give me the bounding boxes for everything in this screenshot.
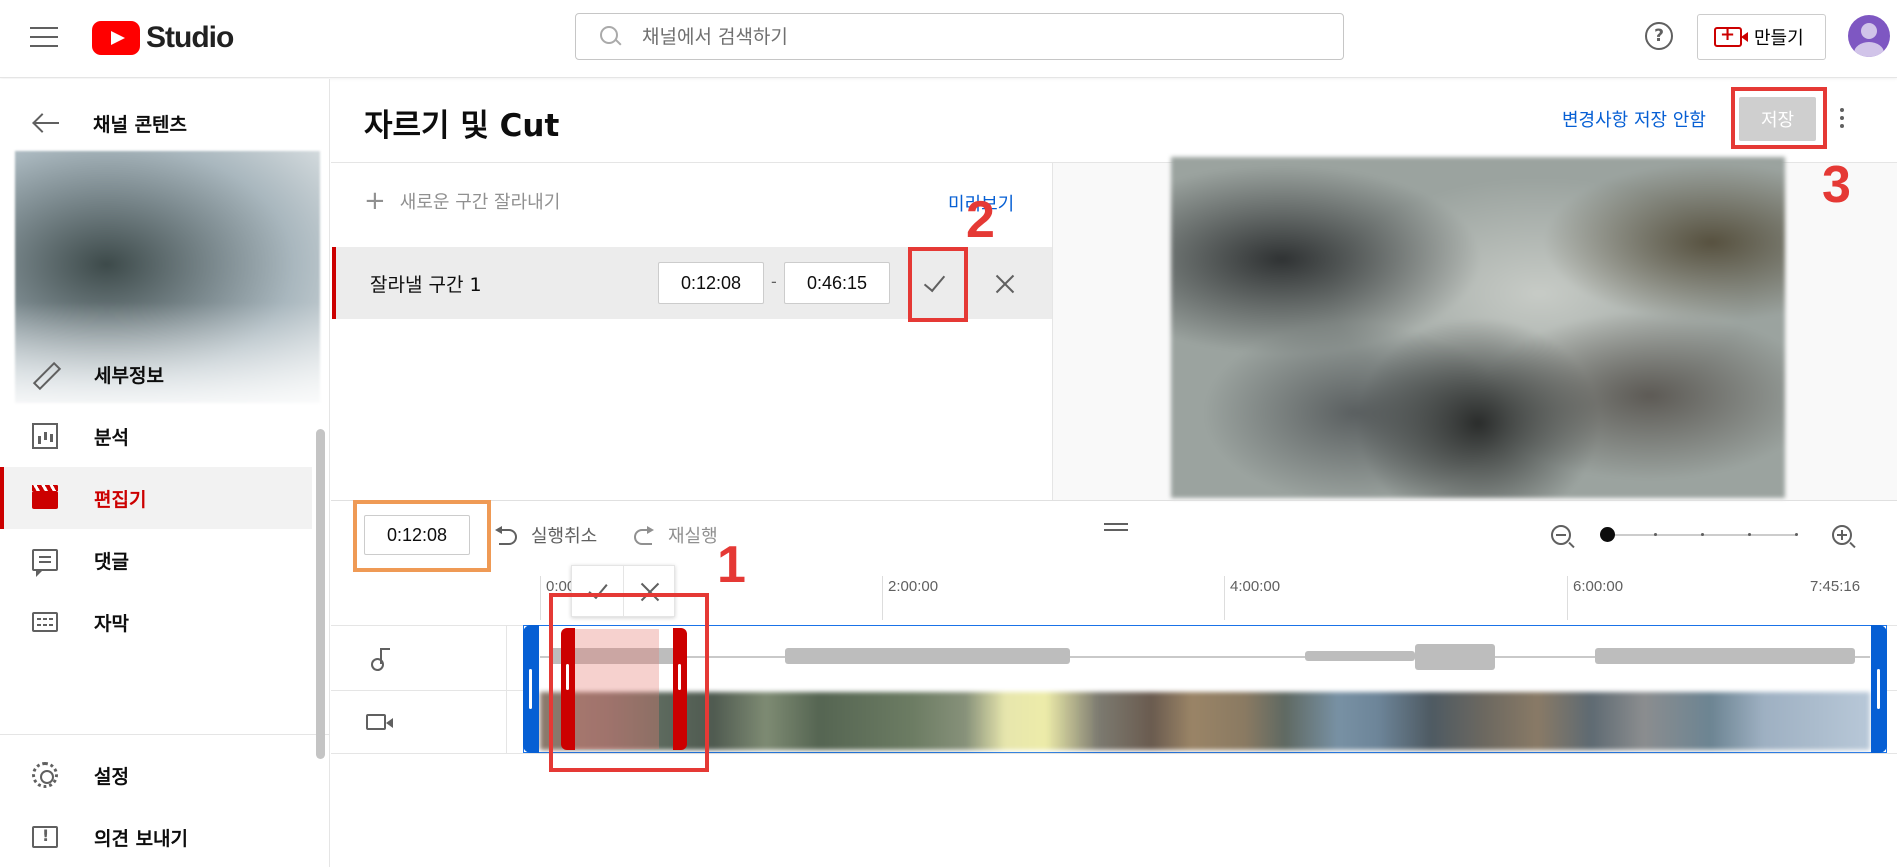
video-preview[interactable]	[1171, 157, 1785, 498]
timeline-divider	[331, 500, 1897, 501]
cut-end-time-input[interactable]: 0:46:15	[784, 262, 890, 304]
zoom-tick	[1654, 533, 1657, 536]
analytics-icon	[32, 423, 58, 449]
comments-icon	[32, 549, 58, 577]
audio-waveform	[540, 630, 1870, 684]
sidebar-item-subtitles[interactable]: 자막	[0, 591, 312, 653]
zoom-slider[interactable]	[1607, 533, 1798, 536]
ruler-label: 2:00:00	[888, 578, 939, 595]
subtitles-icon	[32, 612, 58, 632]
sidebar-item-settings[interactable]: 설정	[0, 744, 312, 806]
ruler-label: 4:00:00	[1230, 578, 1281, 595]
sidebar-item-label: 의견 보내기	[94, 827, 189, 850]
sidebar-item-label: 댓글	[94, 550, 129, 573]
sidebar-item-comments[interactable]: 댓글	[0, 529, 312, 591]
timeline-start-handle[interactable]	[523, 625, 539, 753]
ruler-tick	[882, 576, 883, 620]
search-bar[interactable]	[575, 13, 1344, 60]
waveform-segment	[1305, 651, 1415, 661]
new-cut-label: 새로운 구간 잘라내기	[399, 192, 561, 213]
annotation-box-2	[908, 247, 968, 322]
back-label: 채널 콘텐츠	[93, 113, 188, 136]
cut-segment-label: 잘라낼 구간 1	[370, 274, 482, 296]
editor-icon	[32, 485, 58, 509]
ruler-tick	[1224, 576, 1225, 620]
annotation-box-3	[1731, 87, 1827, 149]
annotation-box-1	[549, 593, 709, 772]
undo-button[interactable]: 실행취소	[495, 522, 597, 548]
sidebar-item-label: 설정	[94, 765, 129, 788]
youtube-play-icon	[92, 21, 140, 55]
zoom-tick	[1795, 533, 1798, 536]
search-icon	[600, 25, 622, 48]
zoom-in-icon[interactable]	[1832, 525, 1856, 549]
sidebar-divider	[0, 734, 330, 735]
create-label: 만들기	[1754, 28, 1804, 49]
settings-icon	[32, 762, 58, 788]
plus-icon: +	[364, 186, 386, 216]
waveform-segment	[880, 648, 1070, 664]
ruler-label: 6:00:00	[1573, 578, 1624, 595]
ruler-tick	[1567, 576, 1568, 620]
pencil-icon	[32, 361, 58, 387]
logo-text: Studio	[146, 21, 234, 54]
video-filmstrip	[540, 692, 1870, 750]
sidebar-item-label: 자막	[94, 612, 129, 635]
back-arrow-icon	[33, 113, 59, 133]
discard-changes-link[interactable]: 변경사항 저장 안함	[1562, 106, 1706, 132]
drag-handle-icon[interactable]	[1104, 523, 1128, 531]
waveform-segment	[1595, 648, 1855, 664]
redo-button[interactable]: 재실행	[632, 522, 718, 548]
zoom-tick	[1748, 533, 1751, 536]
redo-label: 재실행	[668, 526, 718, 547]
sidebar-item-feedback[interactable]: 의견 보내기	[0, 806, 312, 867]
page-title: 자르기 및 Cut	[364, 108, 560, 144]
timeline-end-handle[interactable]	[1871, 625, 1887, 753]
time-separator: -	[771, 272, 777, 291]
sidebar-item-label: 분석	[94, 426, 129, 449]
video-camera-icon	[366, 714, 393, 730]
zoom-out-icon[interactable]	[1551, 525, 1571, 545]
redo-icon	[632, 526, 654, 545]
annotation-number-3: 3	[1822, 156, 1851, 214]
sidebar-item-label: 편집기	[94, 488, 147, 511]
annotation-box-current-time	[353, 500, 491, 572]
ruler-tick	[540, 576, 541, 620]
feedback-icon	[32, 826, 58, 848]
more-options-icon[interactable]	[1840, 108, 1844, 130]
zoom-tick	[1701, 533, 1704, 536]
youtube-studio-logo[interactable]: Studio	[92, 20, 234, 56]
sidebar-item-analytics[interactable]: 분석	[0, 405, 312, 467]
undo-label: 실행취소	[531, 526, 598, 547]
help-icon[interactable]: ?	[1645, 22, 1673, 50]
music-note-icon	[371, 648, 390, 671]
top-bar: Studio ? 만들기	[0, 0, 1897, 78]
avatar[interactable]	[1848, 15, 1890, 57]
annotation-number-1: 1	[717, 536, 746, 594]
cut-start-time-input[interactable]: 0:12:08	[658, 262, 764, 304]
back-to-channel-content[interactable]: 채널 콘텐츠	[0, 101, 330, 145]
annotation-number-2: 2	[966, 191, 995, 249]
create-button[interactable]: 만들기	[1697, 14, 1826, 60]
sidebar-scrollbar[interactable]	[316, 429, 325, 759]
create-video-icon	[1714, 24, 1748, 47]
sidebar-item-details[interactable]: 세부정보	[0, 343, 312, 405]
sidebar-item-label: 세부정보	[94, 364, 164, 387]
search-input[interactable]	[642, 25, 1242, 48]
new-cut-button[interactable]: + 새로운 구간 잘라내기	[364, 188, 560, 214]
waveform-segment	[1415, 644, 1495, 670]
ruler-label: 7:45:16	[1810, 578, 1861, 595]
menu-icon[interactable]	[30, 27, 58, 49]
panel-divider	[1052, 163, 1053, 500]
track-label-column-divider	[506, 626, 507, 754]
remove-cut-close-icon[interactable]	[994, 273, 1016, 295]
sidebar: 채널 콘텐츠 세부정보 분석 편집기 댓글 자막 설정 의견 보내기	[0, 79, 330, 867]
zoom-slider-knob[interactable]	[1600, 527, 1615, 542]
sidebar-item-editor[interactable]: 편집기	[0, 467, 312, 529]
undo-icon	[495, 526, 517, 545]
